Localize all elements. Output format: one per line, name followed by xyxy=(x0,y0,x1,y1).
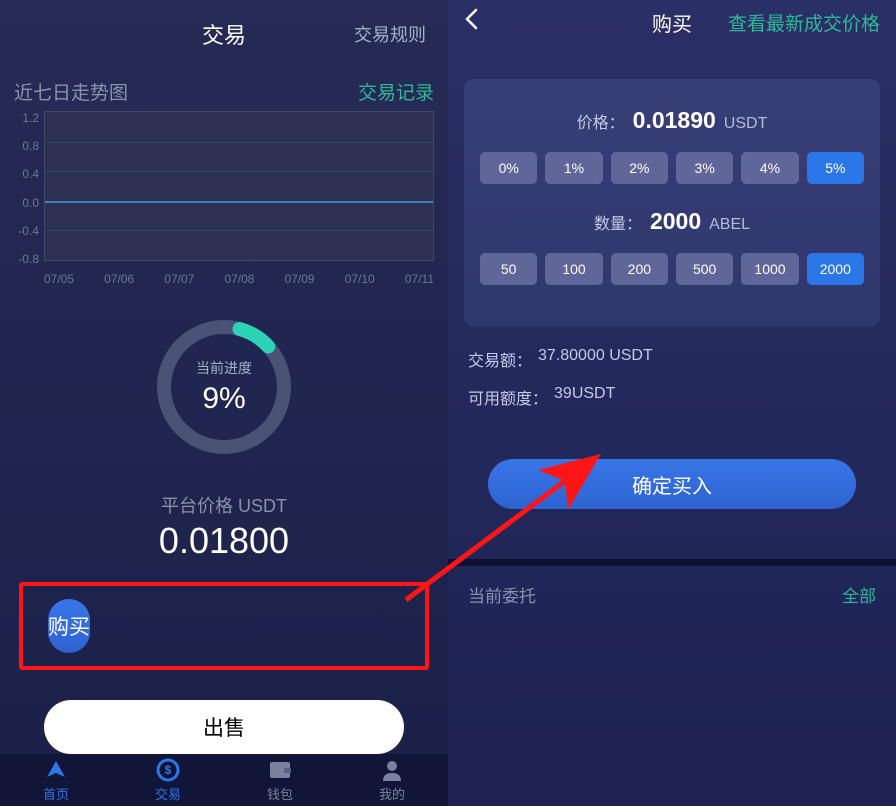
nav-label: 钱包 xyxy=(267,784,293,803)
highlight-annotation: 购买 xyxy=(19,582,429,670)
platform-price-value: 0.01800 xyxy=(0,520,448,562)
available-label: 可用额度： xyxy=(468,385,548,409)
qty-chip-2000[interactable]: 2000 xyxy=(807,253,864,285)
x-tick: 07/09 xyxy=(285,272,315,286)
trade-amount-value: 37.80000 USDT xyxy=(538,347,653,371)
y-tick: -0.4 xyxy=(14,224,39,238)
back-icon[interactable] xyxy=(464,8,478,37)
sell-button[interactable]: 出售 xyxy=(44,700,404,754)
nav-label: 首页 xyxy=(43,784,69,803)
person-icon xyxy=(380,758,404,782)
x-tick: 07/06 xyxy=(104,272,134,286)
pct-chip-0[interactable]: 0% xyxy=(480,152,537,184)
seven-day-chart: 1.2 0.8 0.4 0.0 -0.4 -0.8 07/05 07/06 07… xyxy=(14,111,434,286)
y-tick: -0.8 xyxy=(14,252,39,266)
x-tick: 07/10 xyxy=(345,272,375,286)
chart-title: 近七日走势图 xyxy=(14,78,128,105)
pct-chip-4[interactable]: 4% xyxy=(741,152,798,184)
wallet-icon xyxy=(268,758,292,782)
x-tick: 07/05 xyxy=(44,272,74,286)
platform-price-label: 平台价格 USDT xyxy=(0,492,448,518)
pct-chip-5[interactable]: 5% xyxy=(807,152,864,184)
pct-chip-3[interactable]: 3% xyxy=(676,152,733,184)
progress-label: 当前进度 xyxy=(196,358,252,378)
qty-unit: ABEL xyxy=(709,216,750,234)
qty-chip-100[interactable]: 100 xyxy=(545,253,602,285)
confirm-buy-button[interactable]: 确定买入 xyxy=(488,459,856,509)
bottom-nav: 首页 $ 交易 钱包 我的 xyxy=(0,754,448,806)
pct-chip-1[interactable]: 1% xyxy=(545,152,602,184)
y-tick: 0.8 xyxy=(14,139,39,153)
available-value: 39USDT xyxy=(554,385,615,409)
x-tick: 07/11 xyxy=(405,272,434,286)
y-tick: 0.4 xyxy=(14,167,39,181)
chart-line xyxy=(45,201,433,203)
trade-icon: $ xyxy=(156,758,180,782)
home-icon xyxy=(44,758,68,782)
all-orders-link[interactable]: 全部 xyxy=(842,582,876,607)
buy-button[interactable]: 购买 xyxy=(48,599,90,653)
qty-label: 数量： xyxy=(594,210,642,234)
rules-link[interactable]: 交易规则 xyxy=(354,21,426,47)
page-title: 购买 xyxy=(652,8,692,37)
nav-label: 我的 xyxy=(379,784,405,803)
nav-label: 交易 xyxy=(155,784,181,803)
pct-chip-2[interactable]: 2% xyxy=(611,152,668,184)
svg-text:$: $ xyxy=(165,763,172,777)
nav-wallet[interactable]: 钱包 xyxy=(224,758,336,803)
qty-chips: 50 100 200 500 1000 2000 xyxy=(480,253,864,285)
trade-records-link[interactable]: 交易记录 xyxy=(358,78,434,105)
qty-chip-50[interactable]: 50 xyxy=(480,253,537,285)
progress-value: 9% xyxy=(196,382,252,416)
x-tick: 07/07 xyxy=(164,272,194,286)
order-card: 价格： 0.01890 USDT 0% 1% 2% 3% 4% 5% 数量： 2… xyxy=(464,79,880,327)
section-divider xyxy=(448,559,896,566)
trade-amount-label: 交易额： xyxy=(468,347,532,371)
price-value: 0.01890 xyxy=(633,107,716,134)
price-label: 价格： xyxy=(577,109,625,133)
y-tick: 1.2 xyxy=(14,111,39,125)
latest-price-link[interactable]: 查看最新成交价格 xyxy=(728,9,880,36)
qty-chip-200[interactable]: 200 xyxy=(611,253,668,285)
page-title: 交易 xyxy=(202,18,246,50)
nav-home[interactable]: 首页 xyxy=(0,758,112,803)
x-tick: 07/08 xyxy=(224,272,254,286)
y-tick: 0.0 xyxy=(14,196,39,210)
qty-chip-1000[interactable]: 1000 xyxy=(741,253,798,285)
current-orders-label: 当前委托 xyxy=(468,582,536,607)
nav-mine[interactable]: 我的 xyxy=(336,758,448,803)
qty-value: 2000 xyxy=(650,208,701,235)
qty-chip-500[interactable]: 500 xyxy=(676,253,733,285)
price-unit: USDT xyxy=(724,115,768,133)
nav-trade[interactable]: $ 交易 xyxy=(112,758,224,803)
progress-donut: 当前进度 9% xyxy=(149,312,299,462)
percent-chips: 0% 1% 2% 3% 4% 5% xyxy=(480,152,864,184)
header: 交易 交易规则 xyxy=(0,0,448,68)
